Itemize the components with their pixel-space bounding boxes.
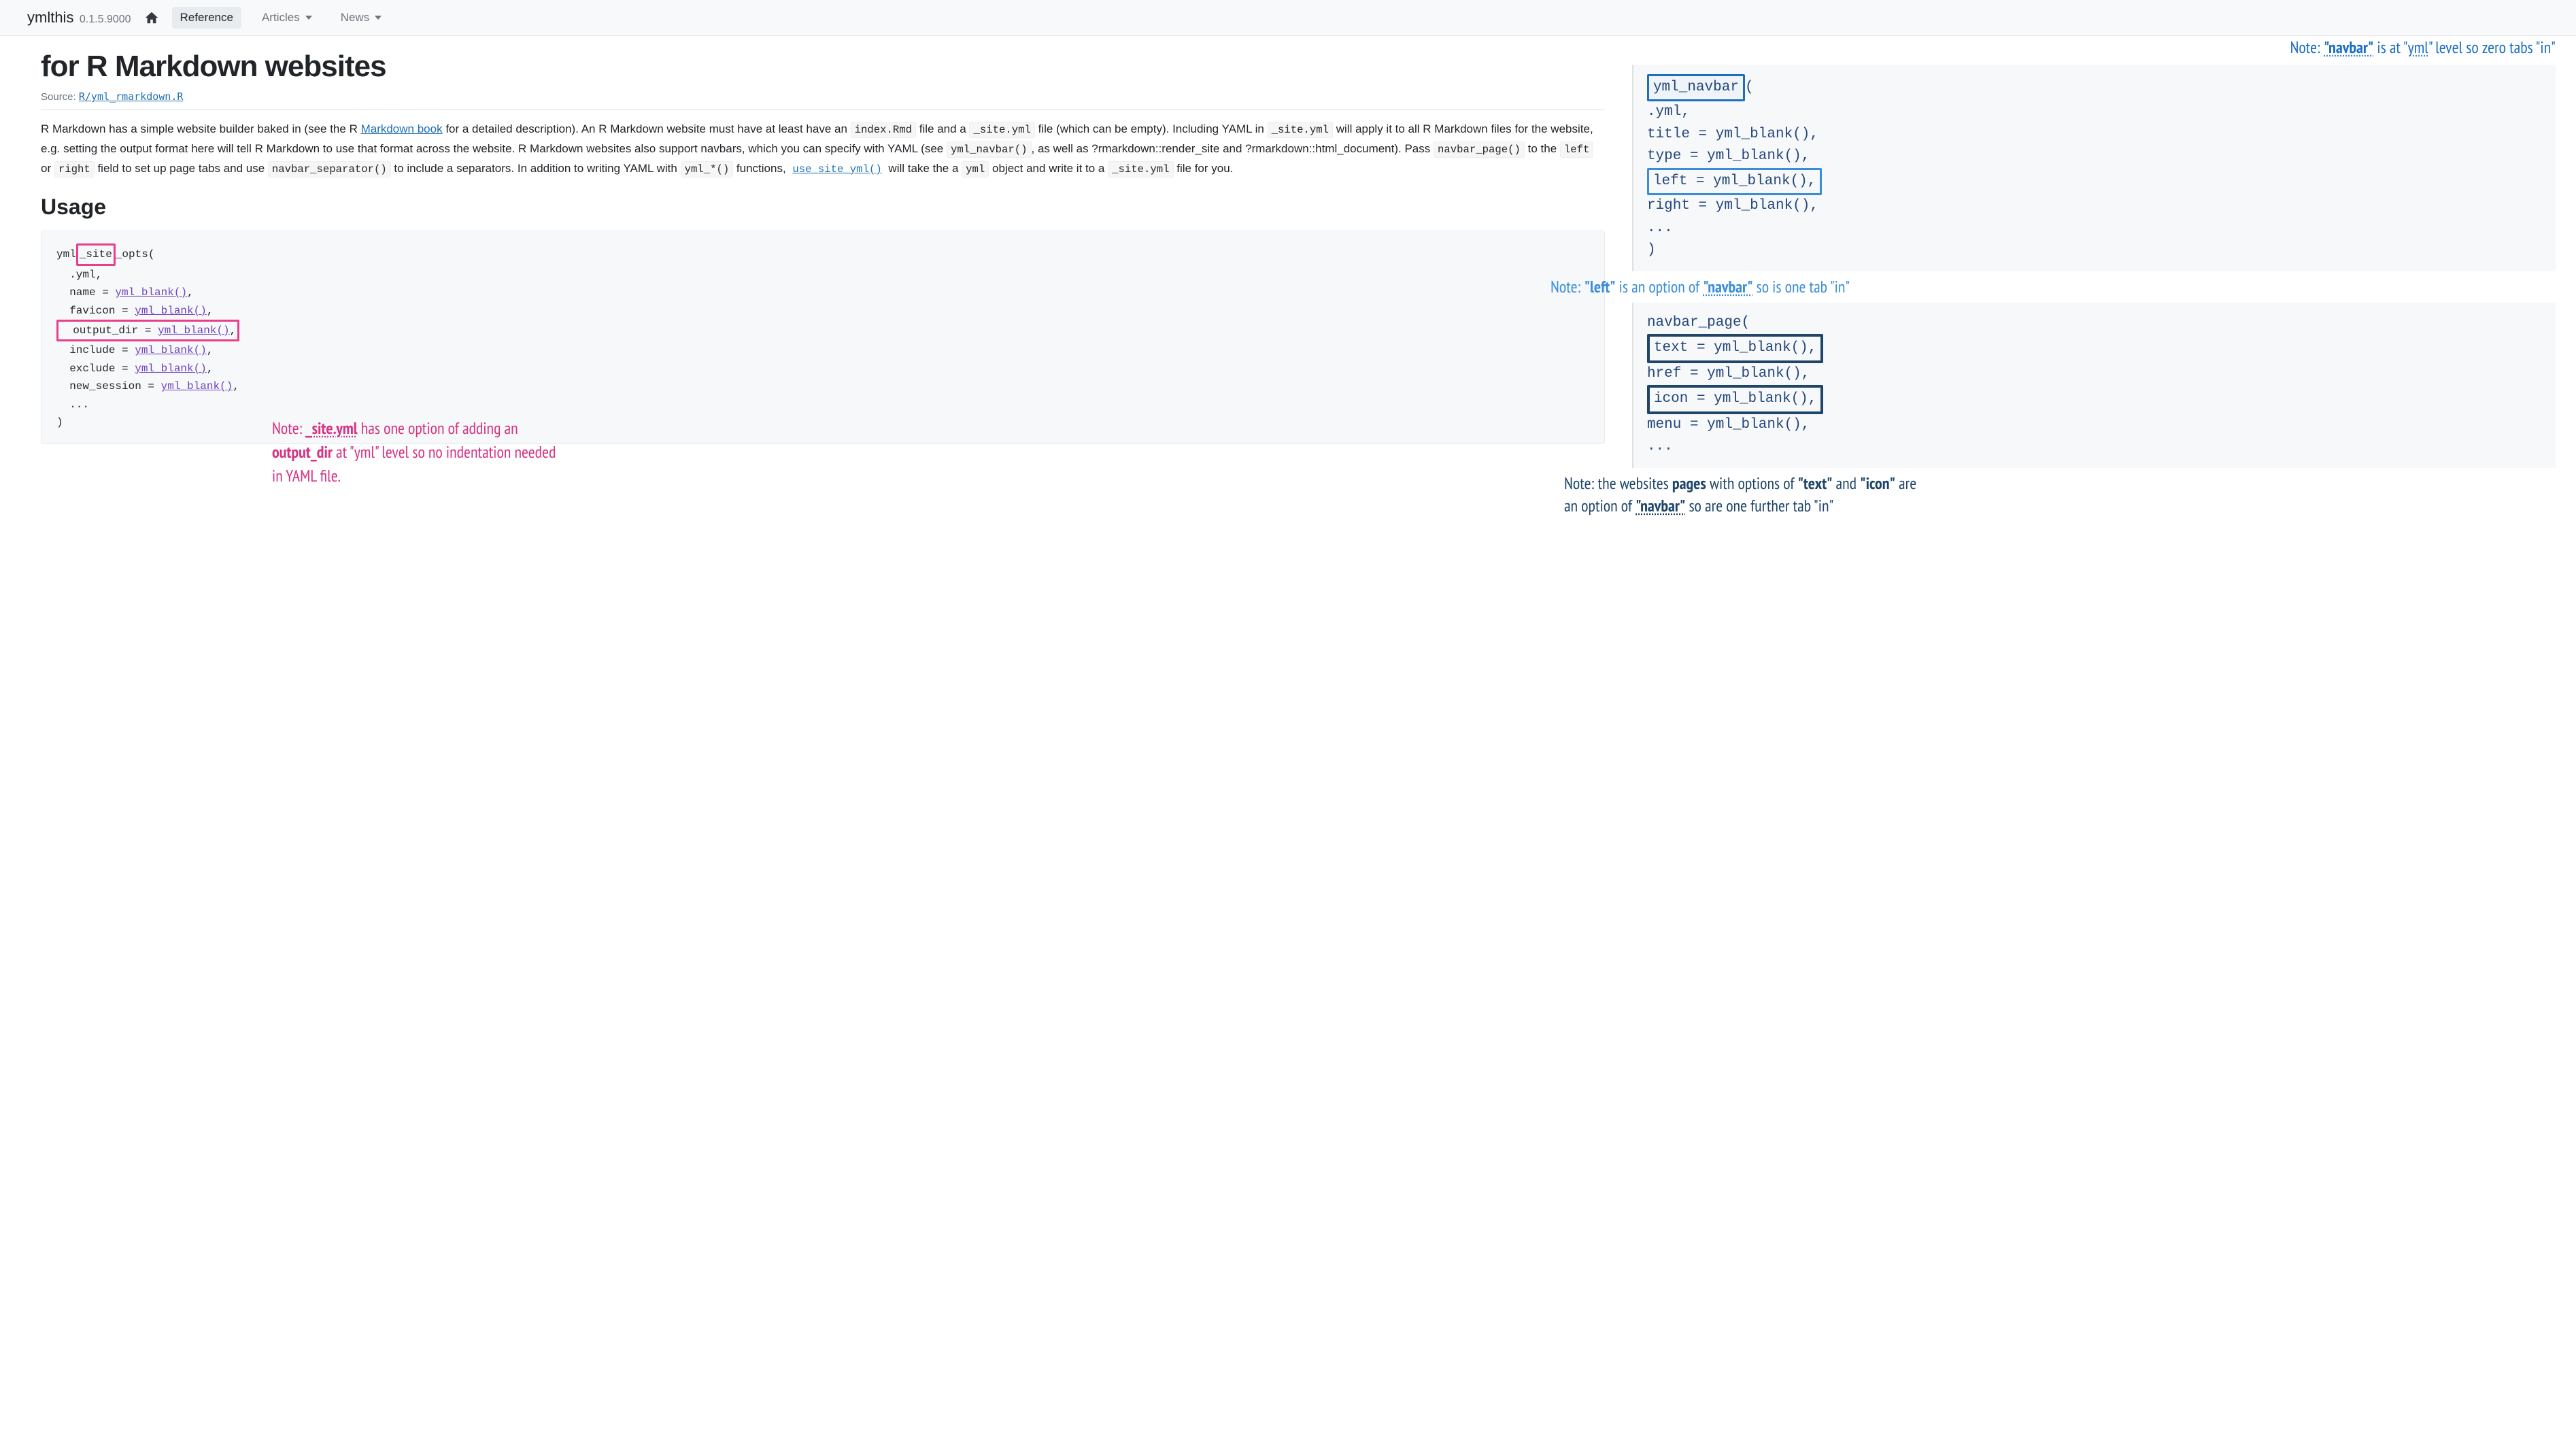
description-paragraph: R Markdown has a simple website builder … xyxy=(41,120,1605,178)
navbar-fn-highlight: yml_navbar xyxy=(1647,74,1745,102)
nav-articles[interactable]: Articles xyxy=(254,7,320,29)
site-highlight: _site xyxy=(76,243,116,265)
code-navbar-separator: navbar_separator() xyxy=(268,161,391,178)
source-link[interactable]: R/yml_rmarkdown.R xyxy=(79,90,184,103)
code-right: right xyxy=(54,161,95,178)
source-line: Source: R/yml_rmarkdown.R xyxy=(41,90,1605,110)
brand[interactable]: ymlthis 0.1.5.9000 xyxy=(27,9,131,27)
icon-arg-highlight: icon = yml_blank(), xyxy=(1647,385,1823,414)
usage-heading: Usage xyxy=(41,195,1605,220)
brand-name: ymlthis xyxy=(27,9,73,26)
annotation-pink: Note: _site.yml has one option of adding… xyxy=(272,417,564,488)
usage-code-block: yml_site_opts( .yml, name = yml_blank(),… xyxy=(41,231,1605,444)
use-site-yml-link[interactable]: use_site_yml() xyxy=(789,162,885,175)
nav-news-label: News xyxy=(341,11,370,24)
nav-reference[interactable]: Reference xyxy=(172,7,241,29)
code-left: left xyxy=(1560,141,1594,158)
brand-version: 0.1.5.9000 xyxy=(80,14,131,25)
code-yml-navbar: yml_navbar() xyxy=(947,141,1032,158)
text-arg-highlight: text = yml_blank(), xyxy=(1647,334,1823,363)
left-arg-highlight: left = yml_blank(), xyxy=(1647,168,1822,196)
nav-articles-label: Articles xyxy=(262,11,300,24)
code-navbar-page: navbar_page() xyxy=(1434,141,1525,158)
main-content: for R Markdown websites Source: R/yml_rm… xyxy=(0,36,1625,538)
source-label: Source: xyxy=(41,91,76,103)
markdown-book-link[interactable]: Markdown book xyxy=(361,122,443,135)
code-index-rmd: index.Rmd xyxy=(851,122,916,138)
home-icon[interactable] xyxy=(143,10,160,26)
chevron-down-icon xyxy=(305,16,312,20)
annotation-sky: Note: "left" is an option of "navbar" so… xyxy=(1550,275,2556,299)
right-column: Note: "navbar" is at "yml" level so zero… xyxy=(1625,36,2576,538)
navbar-page-code-block: navbar_page( text = yml_blank(), href = … xyxy=(1632,303,2556,468)
chevron-down-icon xyxy=(375,16,382,20)
top-navbar: ymlthis 0.1.5.9000 Reference Articles Ne… xyxy=(0,0,2576,36)
code-site-yml-3: _site.yml xyxy=(1108,161,1173,178)
code-site-yml: _site.yml xyxy=(969,122,1034,138)
output-dir-highlight: output_dir = yml_blank(), xyxy=(56,320,239,341)
code-site-yml-highlighted: _site.yml xyxy=(1268,122,1333,138)
nav-news[interactable]: News xyxy=(333,7,390,29)
code-yml-star: yml_*() xyxy=(681,161,734,178)
code-yml-obj: yml xyxy=(962,161,989,178)
navbar-code-block: yml_navbar( .yml, title = yml_blank(), t… xyxy=(1632,65,2556,271)
annotation-teal: Note: "navbar" is at "yml" level so zero… xyxy=(1632,36,2556,59)
page-title: for R Markdown websites xyxy=(41,50,1605,84)
annotation-navy: Note: the websites pages with options of… xyxy=(1564,472,1918,518)
